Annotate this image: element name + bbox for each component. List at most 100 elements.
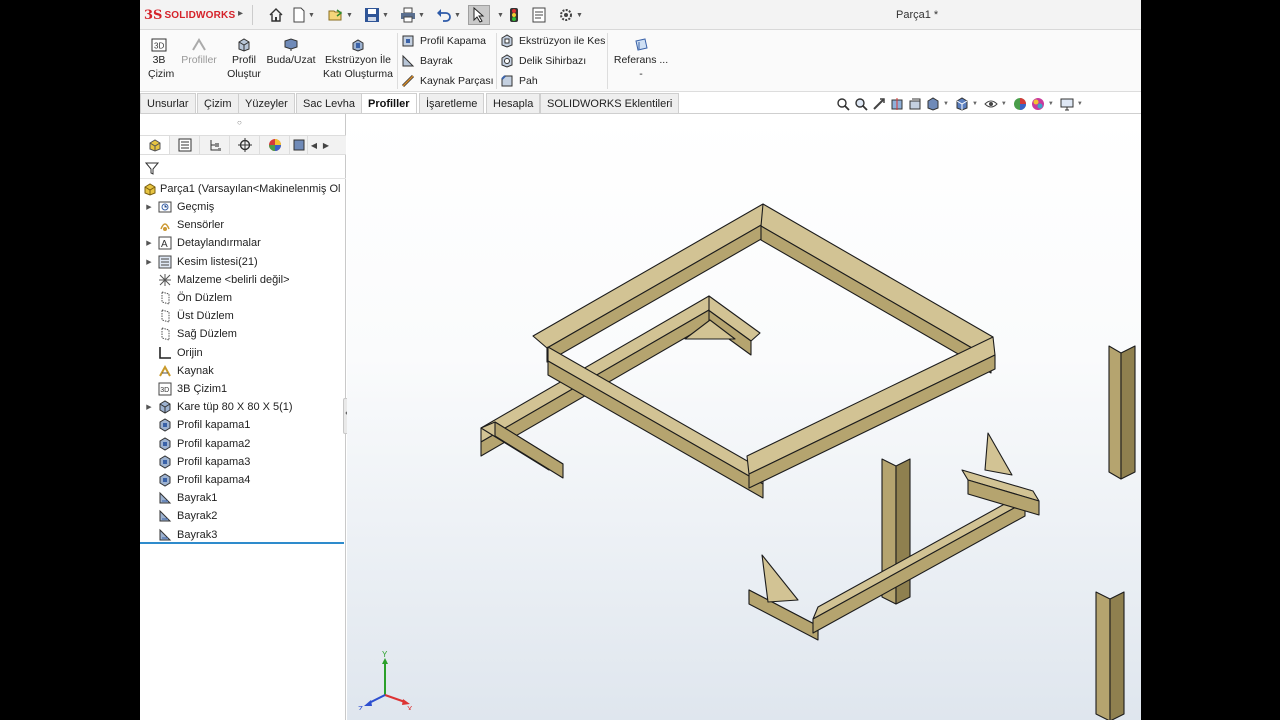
edit-appearance-button[interactable] [1012,97,1028,111]
tree-node[interactable]: Profil kapama4 [140,471,346,489]
rebuild-button[interactable] [508,5,520,25]
hole-wizard-button[interactable]: Delik Sihirbazı [500,53,586,69]
beam-top-front-right-side[interactable] [748,354,996,489]
solidworks-logo[interactable]: 3S SOLIDWORKS [144,6,235,24]
weld-bead-button[interactable]: Kaynak Parçası [401,73,494,89]
tree-node[interactable]: Profil kapama1 [140,416,346,434]
end-cap-button[interactable]: Profil Kapama [401,33,486,49]
beam-top-front-left-top[interactable] [547,346,764,485]
zoom-to-area-button[interactable] [853,97,869,111]
rollback-bar[interactable] [140,542,344,544]
extruded-cut-button[interactable]: Ekstrüzyon ile Kes [500,33,605,49]
chevron-down-icon[interactable]: ▼ [497,5,504,25]
beam-top-front-left-side[interactable] [547,360,764,499]
menu-expand-icon[interactable]: ▸ [238,8,243,19]
tree-node[interactable]: Profil kapama3 [140,453,346,471]
beam-back-low-front-side[interactable] [494,421,564,479]
tab-sketch[interactable]: Çizim [197,93,239,113]
expand-arrow-icon[interactable]: ▶ [140,258,158,266]
tree-root-part[interactable]: Parça1 (Varsayılan<Makinelenmiş Ol [143,180,346,198]
zoom-to-fit-button[interactable] [835,97,851,111]
save-button[interactable]: ▼ [364,5,389,25]
chevron-down-icon[interactable]: ▼ [346,12,353,19]
new-document-button[interactable]: ▼ [292,5,315,25]
configuration-manager-tab[interactable] [200,136,230,154]
tree-node[interactable]: ▶ Geçmiş [140,198,346,216]
expand-arrow-icon[interactable]: ▶ [140,403,158,411]
tree-node[interactable]: Ön Düzlem [140,289,346,307]
gusset-right[interactable] [984,432,1013,476]
chevron-down-icon[interactable]: ▼ [972,101,978,107]
cam-manager-tab[interactable] [290,136,308,154]
extruded-boss-button[interactable]: Ekstrüzyon İle Katı Oluşturma [320,38,396,81]
chevron-down-icon[interactable]: ▼ [418,12,425,19]
file-properties-button[interactable] [532,5,546,25]
home-button[interactable] [268,5,284,25]
chevron-down-icon[interactable]: ▼ [1048,101,1054,107]
previous-view-button[interactable] [871,97,887,111]
tree-node[interactable]: Bayrak3 [140,526,346,544]
expand-arrow-icon[interactable]: ▶ [140,203,158,211]
display-manager-tab[interactable] [260,136,290,154]
hide-show-items-button[interactable] [983,97,999,111]
dimxpert-manager-tab[interactable] [230,136,260,154]
gusset-button[interactable]: Bayrak [401,53,453,69]
post-front-side[interactable] [1109,591,1125,720]
tree-node[interactable]: Orijin [140,344,346,362]
tree-node[interactable]: Profil kapama2 [140,435,346,453]
tree-node[interactable]: Bayrak1 [140,489,346,507]
chevron-down-icon[interactable]: ▼ [1001,101,1007,107]
chevron-down-icon[interactable]: ▼ [308,12,315,19]
display-style-button[interactable] [954,97,970,111]
tab-markup[interactable]: İşaretleme [419,93,485,113]
post-front-front[interactable] [1095,591,1111,720]
reference-geometry-button[interactable]: Referans ... - [612,38,670,81]
tree-node[interactable]: 3D 3B Çizim1 [140,380,346,398]
tab-sheet-metal[interactable]: Sac Levha [296,93,362,113]
tab-weldments[interactable]: Profiller [361,93,417,113]
tree-node[interactable]: ▶ A Detaylandırmalar [140,234,346,252]
beam-top-right-side[interactable] [760,225,992,374]
beam-low-right-long-top[interactable] [812,489,1031,620]
weldments-button[interactable]: Profiller [178,38,220,67]
chevron-down-icon[interactable]: ▼ [382,12,389,19]
options-button[interactable]: ▼ [558,5,583,25]
tab-evaluate[interactable]: Hesapla [486,93,541,113]
tab-solidworks-addins[interactable]: SOLIDWORKS Eklentileri [540,93,680,113]
tabs-scroll-right-icon[interactable]: ▶ [320,136,332,154]
beam-top-right-top[interactable] [760,203,994,360]
gusset-front[interactable] [761,554,799,603]
tabs-scroll-left-icon[interactable]: ◀ [308,136,320,154]
chamfer-button[interactable]: Pah [500,73,538,89]
section-view-button[interactable] [889,97,905,111]
feature-manager-tab[interactable] [140,136,170,154]
select-button[interactable] [468,5,490,25]
tab-surfaces[interactable]: Yüzeyler [238,93,295,113]
panel-collapse-handle[interactable]: ○ [237,118,242,127]
apply-scene-button[interactable] [1030,97,1046,111]
print-button[interactable]: ▼ [400,5,425,25]
undo-button[interactable]: ▼ [436,5,461,25]
tree-node[interactable]: ▶ Kare tüp 80 X 80 X 5(1) [140,398,346,416]
post-back-side[interactable] [1120,345,1136,480]
view-orientation-button[interactable] [925,97,941,111]
view-settings-button[interactable] [1059,97,1075,111]
dynamic-annotation-button[interactable] [907,97,923,111]
chevron-down-icon[interactable]: ▼ [576,12,583,19]
trim-extend-button[interactable]: Buda/Uzat [265,38,317,67]
tab-features[interactable]: Unsurlar [140,93,196,113]
chevron-down-icon[interactable]: ▼ [454,12,461,19]
property-manager-tab[interactable] [170,136,200,154]
tree-node[interactable]: Üst Düzlem [140,307,346,325]
expand-arrow-icon[interactable]: ▶ [140,239,158,247]
chevron-down-icon[interactable]: ▼ [943,101,949,107]
tree-node[interactable]: Sensörler [140,216,346,234]
3d-sketch-button[interactable]: 3D 3B Çizim [148,38,174,81]
beam-top-front-right-top[interactable] [746,336,996,475]
tree-node[interactable]: Bayrak2 [140,507,346,525]
filter-icon[interactable] [145,161,159,175]
open-button[interactable]: ▼ [328,5,353,25]
tree-node[interactable]: Malzeme <belirli değil> [140,271,346,289]
chevron-down-icon[interactable]: ▼ [1077,101,1083,107]
post-back-front[interactable] [1108,345,1122,480]
